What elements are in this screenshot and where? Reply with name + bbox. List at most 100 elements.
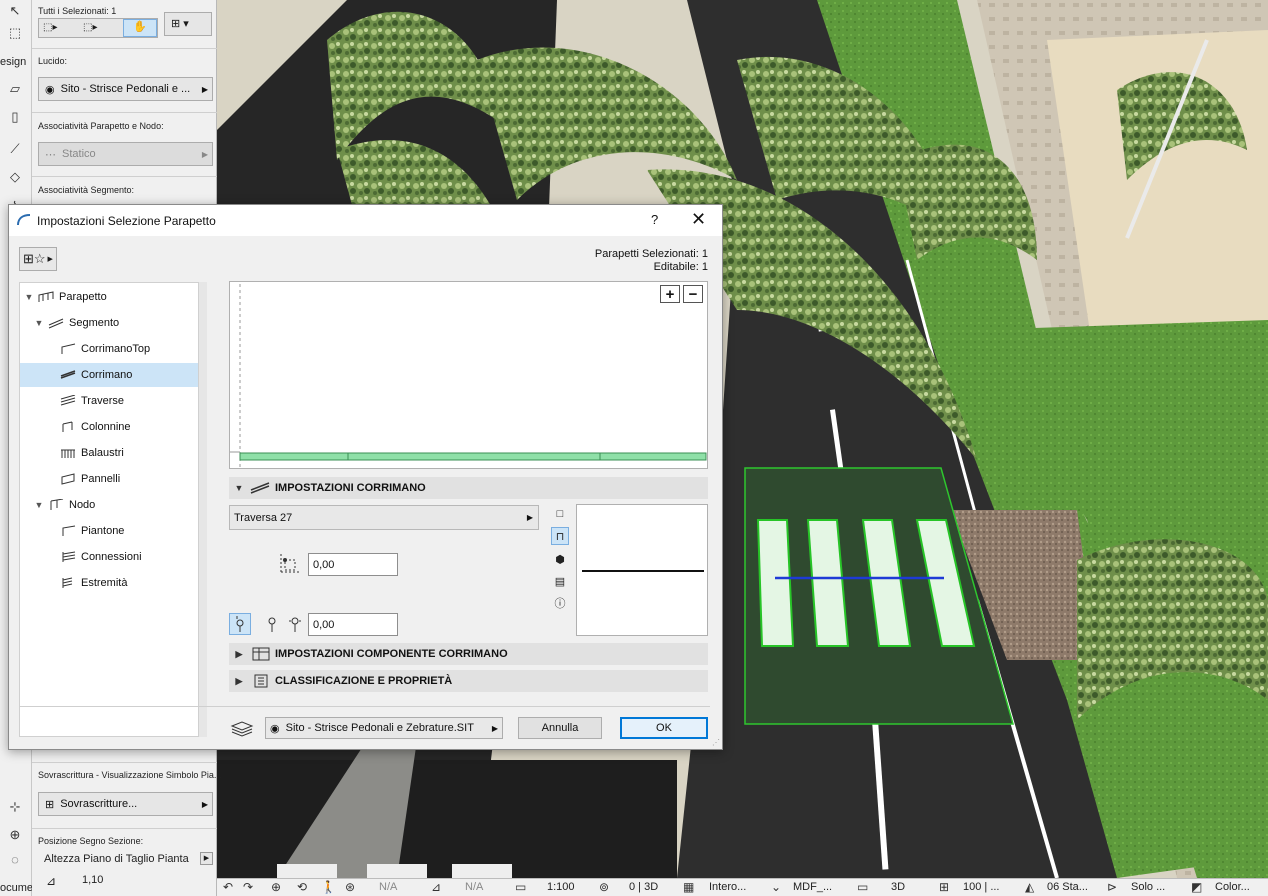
dialog-titlebar[interactable]: Impostazioni Selezione Parapetto ? ✕ — [9, 205, 722, 236]
tree-item-label: Balaustri — [81, 447, 124, 459]
cut-plane-arrow-button[interactable]: ▶ — [200, 852, 213, 865]
section-handrail-settings[interactable]: ▼ IMPOSTAZIONI CORRIMANO — [229, 477, 708, 499]
tree-item-connessioni[interactable]: Connessioni — [20, 545, 198, 569]
tree-item-pannelli[interactable]: Pannelli — [20, 467, 198, 491]
tree-item-parapetto[interactable]: ▼ Parapetto — [20, 285, 198, 309]
section-view-icon[interactable]: ⊓ — [551, 527, 569, 545]
anchor-left-button[interactable] — [229, 613, 251, 635]
railing-selection-settings-dialog: Impostazioni Selezione Parapetto ? ✕ ⊞☆ … — [8, 204, 723, 750]
ok-button[interactable]: OK — [620, 717, 708, 739]
color-icon[interactable]: ◩ — [1191, 880, 1202, 894]
tree-item-piantone[interactable]: Piantone — [20, 519, 198, 543]
section-classification-properties[interactable]: ▶ CLASSIFICAZIONE E PROPRIETÀ — [229, 670, 708, 692]
divider — [32, 176, 217, 177]
story-icon[interactable]: ⊚ — [599, 880, 609, 894]
select-pick-icon[interactable]: ✋ — [123, 19, 157, 37]
plan-view-icon[interactable]: □ — [551, 505, 569, 523]
layer-dropdown[interactable]: ◉ Sito - Strisce Pedonali e ... ▶ — [38, 77, 213, 101]
status-bar: ↶ ↷ ⊕ ⟲ 🚶 ⊛ N/A ⊿ N/A ▭ 1:100 ⊚ 0 | 3D ▦… — [217, 878, 1268, 896]
layer-combo-value[interactable]: 06 Sta... — [1047, 881, 1088, 893]
tree-item-estremita[interactable]: Estremità — [20, 571, 198, 595]
caret-down-icon[interactable]: ▼ — [34, 318, 44, 328]
redo-icon[interactable]: ↷ — [243, 880, 253, 894]
model-view-icon[interactable]: ⬢ — [551, 550, 569, 568]
select-all-icon[interactable]: ⬚▸ — [43, 22, 57, 33]
pen-value[interactable]: MDF_... — [793, 881, 832, 893]
association-dropdown[interactable]: ⋯ Statico ▶ — [38, 142, 213, 166]
tree-item-corrimano[interactable]: Corrimano — [20, 363, 198, 387]
tree-item-label: Parapetto — [59, 291, 107, 303]
navigator-icon[interactable]: ⊛ — [345, 880, 355, 894]
zoom-out-button[interactable]: − — [683, 285, 703, 303]
zoom-value[interactable]: 100 | ... — [963, 881, 1000, 893]
anchor-right-button[interactable] — [284, 613, 306, 635]
design-group-label[interactable]: esign — [0, 56, 26, 68]
railing-preview[interactable]: + − — [229, 281, 708, 469]
caret-down-icon[interactable]: ▼ — [34, 500, 44, 510]
tree-item-corrimanotop[interactable]: CorrimanoTop — [20, 337, 198, 361]
document-group-label[interactable]: ocume — [0, 882, 33, 894]
resize-grip-icon[interactable]: ⋰ — [712, 738, 720, 747]
layer-combo-icon[interactable]: ◭ — [1025, 880, 1034, 894]
caret-down-icon[interactable]: ▼ — [24, 292, 34, 302]
pen-set-icon[interactable]: ⌄ — [771, 880, 781, 894]
railing-type-button[interactable]: ⊞ ▾ — [164, 12, 212, 36]
slab-tool-icon[interactable]: ◇ — [3, 166, 27, 188]
profile-dropdown[interactable]: Traversa 27 ▶ — [229, 505, 539, 530]
walk-icon[interactable]: 🚶 — [321, 880, 336, 894]
tree-scrollbar[interactable] — [199, 282, 207, 737]
rendering-icon[interactable]: ⊳ — [1107, 880, 1117, 894]
classification-icon — [254, 674, 268, 688]
zoom-in-button[interactable]: + — [660, 285, 680, 303]
zoom-level-icon[interactable]: ⊞ — [939, 880, 949, 894]
zoom-icon[interactable]: ⊕ — [271, 880, 281, 894]
orbit-icon[interactable]: ⟲ — [297, 880, 307, 894]
scale-icon[interactable]: ▭ — [515, 880, 526, 894]
color-value[interactable]: Color... — [1215, 881, 1250, 893]
arrow-tool-icon[interactable]: ↖ — [3, 0, 27, 22]
model-value[interactable]: Intero... — [709, 881, 746, 893]
level-tool-icon[interactable]: ⊕ — [3, 824, 27, 846]
close-button[interactable]: ✕ — [691, 209, 706, 230]
story-value[interactable]: 0 | 3D — [629, 881, 658, 893]
info-icon[interactable]: ⓘ — [551, 594, 569, 612]
cancel-button[interactable]: Annulla — [518, 717, 602, 739]
select-marquee-icon[interactable]: ⬚▸ — [83, 22, 97, 33]
arc-tool-icon[interactable]: ◌ — [3, 848, 27, 870]
favorites-button[interactable]: ⊞☆ ▶ — [19, 247, 57, 271]
top-rail-icon — [61, 343, 76, 354]
tree-item-balaustri[interactable]: Balaustri — [20, 441, 198, 465]
override-dropdown[interactable]: ⊞ Sovrascritture... ▶ — [38, 792, 213, 816]
marquee-tool-icon[interactable]: ⬚ — [3, 22, 27, 44]
tree-item-traverse[interactable]: Traverse — [20, 389, 198, 413]
section-handrail-component-settings[interactable]: ▶ IMPOSTAZIONI COMPONENTE CORRIMANO — [229, 643, 708, 665]
tree-item-label: Connessioni — [81, 551, 142, 563]
model-view-icon[interactable]: ▦ — [683, 880, 694, 894]
beam-tool-icon[interactable]: ⟋ — [3, 138, 27, 160]
tree-item-colonnine[interactable]: Colonnine — [20, 415, 198, 439]
anchor-center-button[interactable] — [261, 613, 283, 635]
wall-tool-icon[interactable]: ▱ — [3, 78, 27, 100]
scale-value[interactable]: 1:100 — [547, 881, 575, 893]
caret-right-icon: ▶ — [235, 675, 243, 686]
help-button[interactable]: ? — [651, 212, 658, 227]
view-value[interactable]: 3D — [891, 881, 905, 893]
undo-icon[interactable]: ↶ — [223, 880, 233, 894]
tree-item-segmento[interactable]: ▼ Segmento — [20, 311, 198, 335]
tree-item-nodo[interactable]: ▼ Nodo — [20, 493, 198, 517]
angle-icon[interactable]: ⊿ — [431, 880, 441, 894]
dialog-title: Impostazioni Selezione Parapetto — [37, 214, 216, 228]
rendering-value[interactable]: Solo ... — [1131, 881, 1165, 893]
tree-item-label: Pannelli — [81, 473, 121, 485]
layer-dropdown[interactable]: ◉ Sito - Strisce Pedonali e Zebrature.SI… — [265, 717, 503, 739]
view-icon[interactable]: ▭ — [857, 880, 868, 894]
height-input[interactable]: 0,00 — [308, 613, 398, 636]
offset-input[interactable]: 0,00 — [308, 553, 398, 576]
material-icon[interactable]: ▤ — [551, 572, 569, 590]
profile-value: Traversa 27 — [234, 511, 293, 524]
caret-down-icon: ▼ — [234, 483, 244, 493]
layer-value: Sito - Strisce Pedonali e Zebrature.SIT — [285, 722, 474, 734]
dimension-tool-icon[interactable]: ⊹ — [3, 796, 27, 818]
cut-plane-value[interactable]: 1,10 — [82, 874, 103, 886]
column-tool-icon[interactable]: ▯ — [3, 106, 27, 128]
